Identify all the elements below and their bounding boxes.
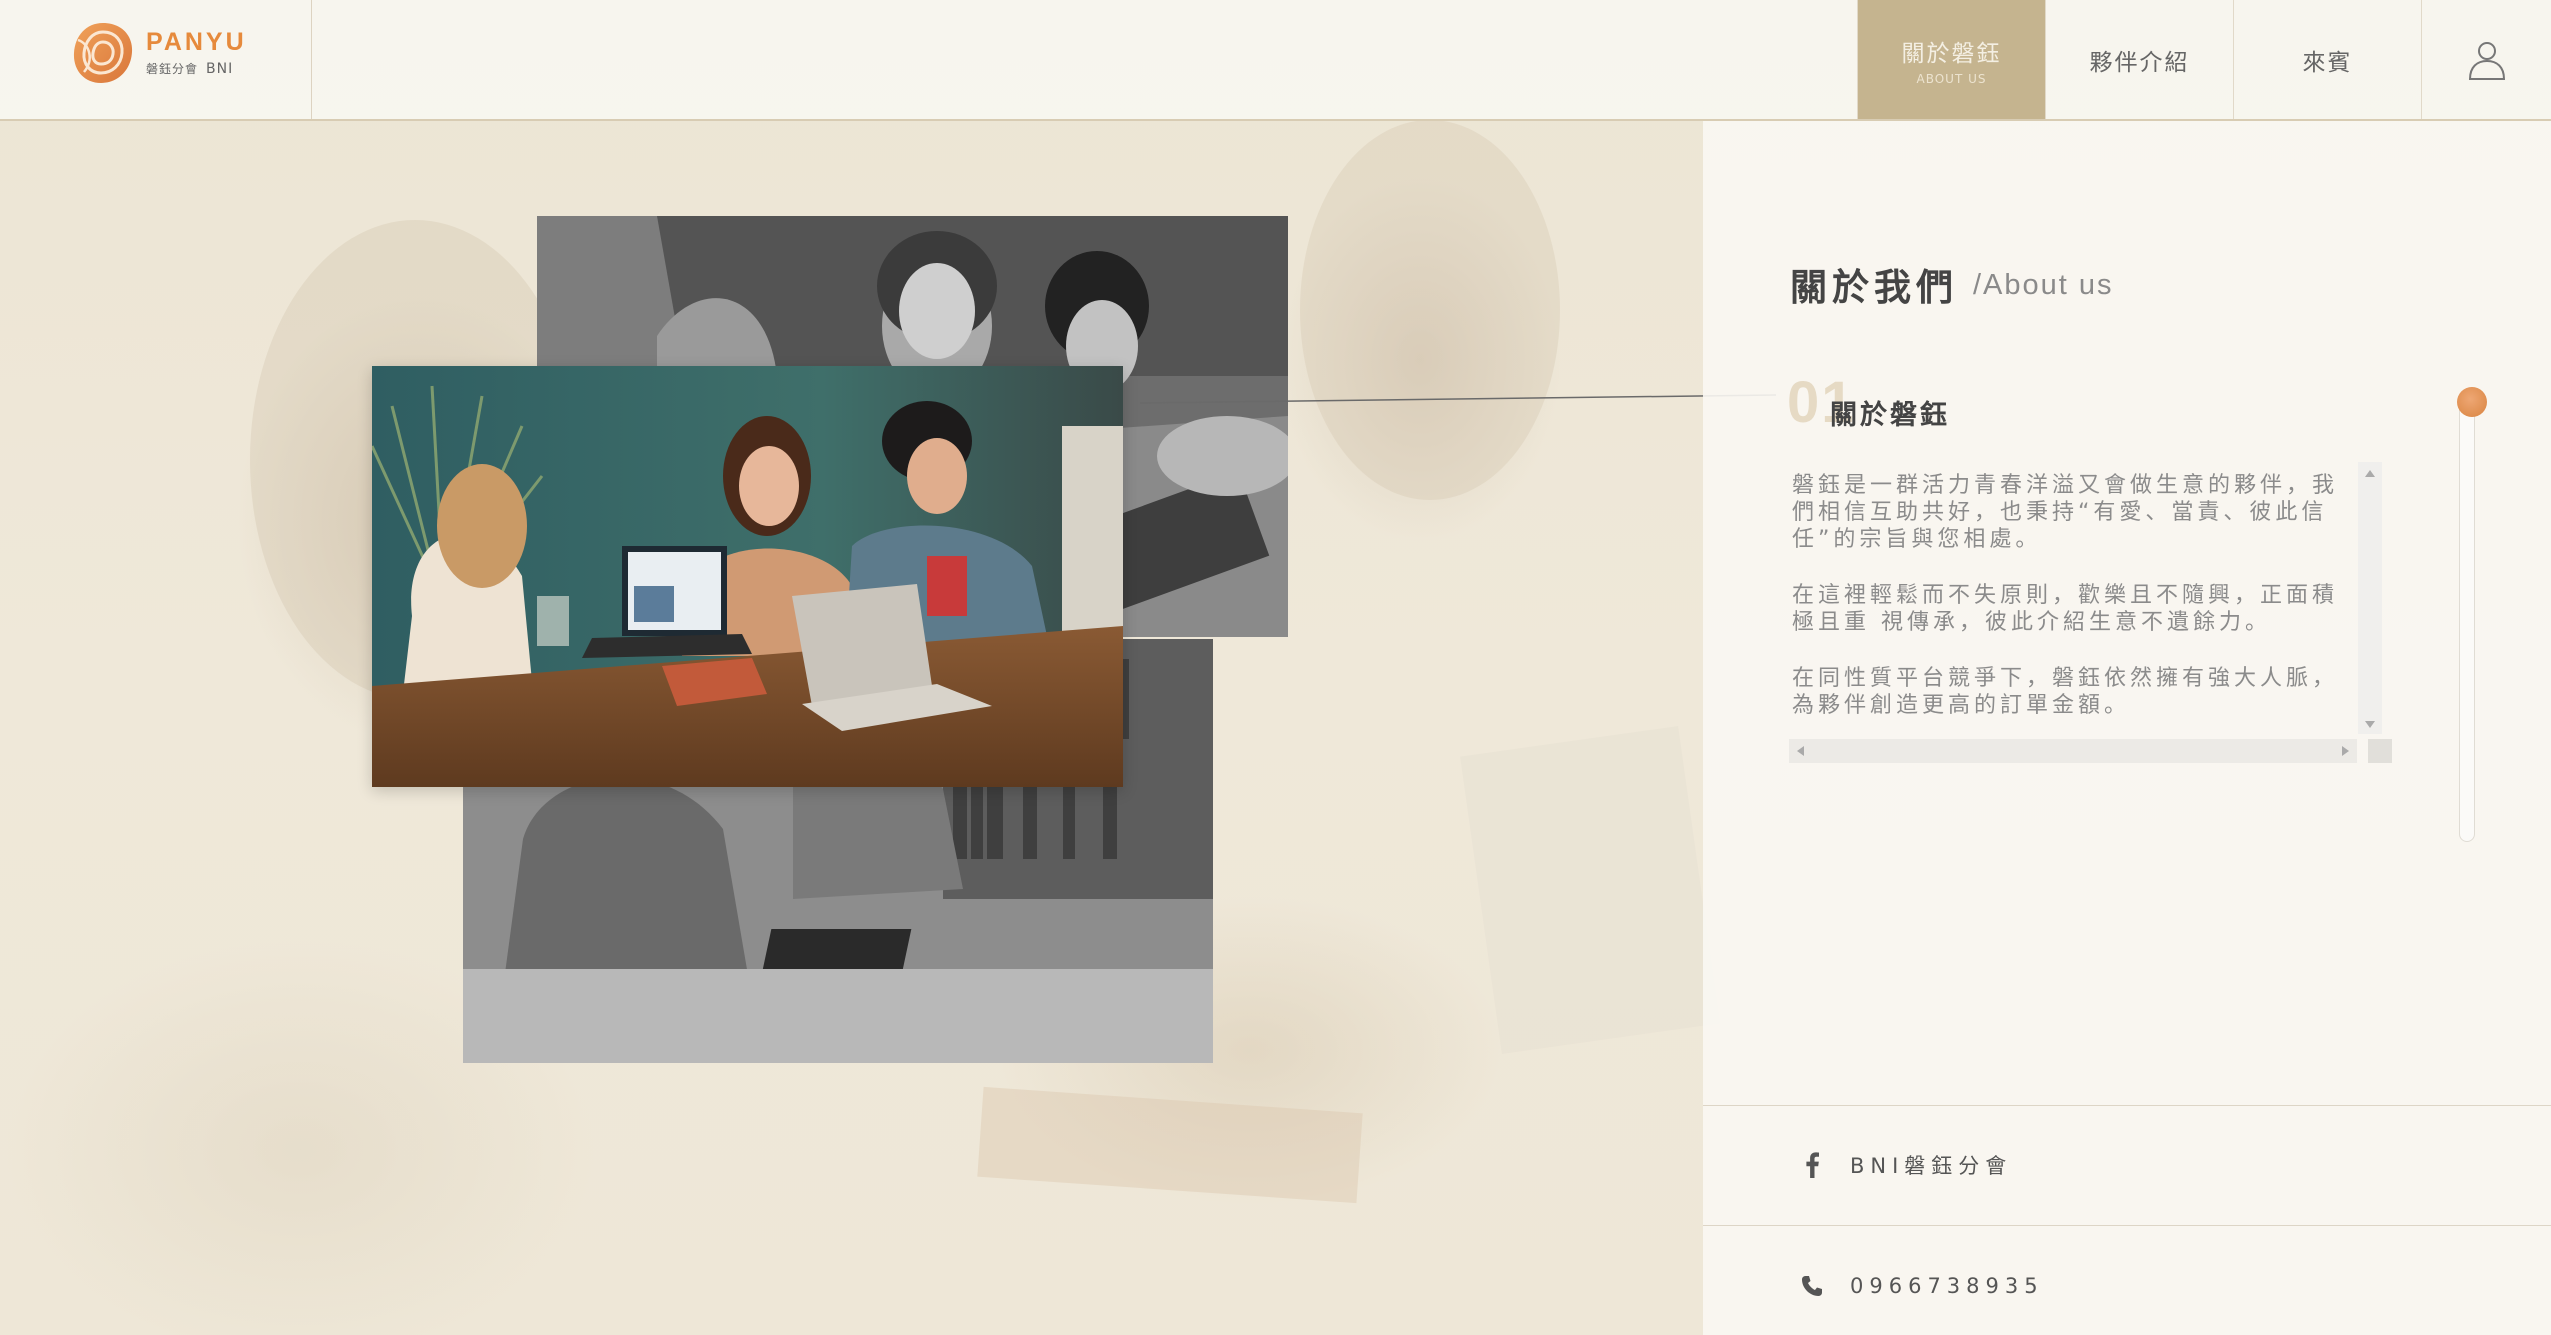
photo-team-color-main bbox=[372, 366, 1123, 787]
scrollbar-corner bbox=[2368, 739, 2392, 763]
background-laptop bbox=[1460, 726, 1720, 1054]
about-panel: 關於我們 /About us 01 關於磐鈺 磐鈺是一群活力青春洋溢又會做生意的… bbox=[1703, 121, 2551, 1335]
panel-divider bbox=[1703, 1225, 2551, 1226]
panel-divider bbox=[1703, 1105, 2551, 1106]
phone-link[interactable]: 0966738935 bbox=[1798, 1272, 2044, 1300]
scroll-right-arrow-icon[interactable] bbox=[2342, 746, 2349, 756]
about-paragraph: 磐鈺是一群活力青春洋溢又會做生意的夥伴，我們相信互助共好，也秉持“有愛、當責、彼… bbox=[1792, 473, 2339, 552]
item-title: 關於磐鈺 bbox=[1830, 400, 1950, 431]
nav-item-about-us[interactable]: 關於磐鈺 ABOUT US bbox=[1857, 0, 2045, 119]
nav-item-partners[interactable]: 夥伴介紹 bbox=[2045, 0, 2233, 119]
scroll-left-arrow-icon[interactable] bbox=[1797, 746, 1804, 756]
phone-icon bbox=[1798, 1272, 1826, 1300]
nav-label: 來賓 bbox=[2302, 49, 2353, 76]
scroll-down-arrow-icon[interactable] bbox=[2365, 721, 2375, 728]
background-book bbox=[977, 1086, 1363, 1204]
logo-bni-text: BNI bbox=[206, 61, 234, 77]
about-paragraph: 在同性質平台競爭下，磐鈺依然擁有強大人脈，為夥伴創造更高的訂單金額。 bbox=[1792, 666, 2339, 718]
logo[interactable]: PANYU 磐鈺分會 BNI bbox=[70, 20, 290, 90]
scroll-up-arrow-icon[interactable] bbox=[2365, 470, 2375, 477]
logo-subtitle-text: 磐鈺分會 bbox=[146, 62, 199, 76]
nav-sublabel: ABOUT US bbox=[1916, 71, 1987, 86]
about-text: 磐鈺是一群活力青春洋溢又會做生意的夥伴，我們相信互助共好，也秉持“有愛、當責、彼… bbox=[1792, 472, 2352, 748]
horizontal-scrollbar[interactable] bbox=[1789, 739, 2357, 763]
nav-item-guests[interactable]: 來賓 bbox=[2233, 0, 2421, 119]
user-icon bbox=[2468, 41, 2505, 80]
main-nav: 關於磐鈺 ABOUT US 夥伴介紹 來賓 bbox=[1857, 0, 2551, 119]
section-slider-knob[interactable] bbox=[2457, 387, 2487, 417]
section-slider-track[interactable] bbox=[2459, 390, 2475, 842]
section-subtitle: /About us bbox=[1973, 269, 2114, 301]
nav-label: 關於磐鈺 bbox=[1901, 40, 2002, 67]
logo-mark-icon bbox=[73, 23, 133, 83]
logo-name: PANYU bbox=[146, 28, 247, 56]
about-paragraph: 在這裡輕鬆而不失原則，歡樂且不隨興，正面積極且重 視傳承，彼此介紹生意不遺餘力。 bbox=[1792, 583, 2339, 635]
logo-subtitle: 磐鈺分會 BNI bbox=[146, 60, 233, 77]
about-text-scroll-area[interactable]: 磐鈺是一群活力青春洋溢又會做生意的夥伴，我們相信互助共好，也秉持“有愛、當責、彼… bbox=[1789, 461, 2383, 745]
nav-label: 夥伴介紹 bbox=[2089, 49, 2190, 76]
background-figure bbox=[1300, 120, 1560, 500]
user-account-button[interactable] bbox=[2421, 0, 2551, 119]
connector-line bbox=[1140, 394, 1777, 404]
phone-label: 0966738935 bbox=[1850, 1274, 2044, 1298]
header-divider bbox=[311, 0, 312, 119]
section-title: 關於我們 bbox=[1790, 266, 1958, 309]
facebook-label: BNI磐鈺分會 bbox=[1850, 1154, 2013, 1178]
facebook-icon bbox=[1798, 1151, 1826, 1179]
vertical-scrollbar[interactable] bbox=[2358, 462, 2382, 734]
facebook-link[interactable]: BNI磐鈺分會 bbox=[1798, 1150, 2012, 1180]
header: PANYU 磐鈺分會 BNI 關於磐鈺 ABOUT US 夥伴介紹 來賓 bbox=[0, 0, 2551, 121]
